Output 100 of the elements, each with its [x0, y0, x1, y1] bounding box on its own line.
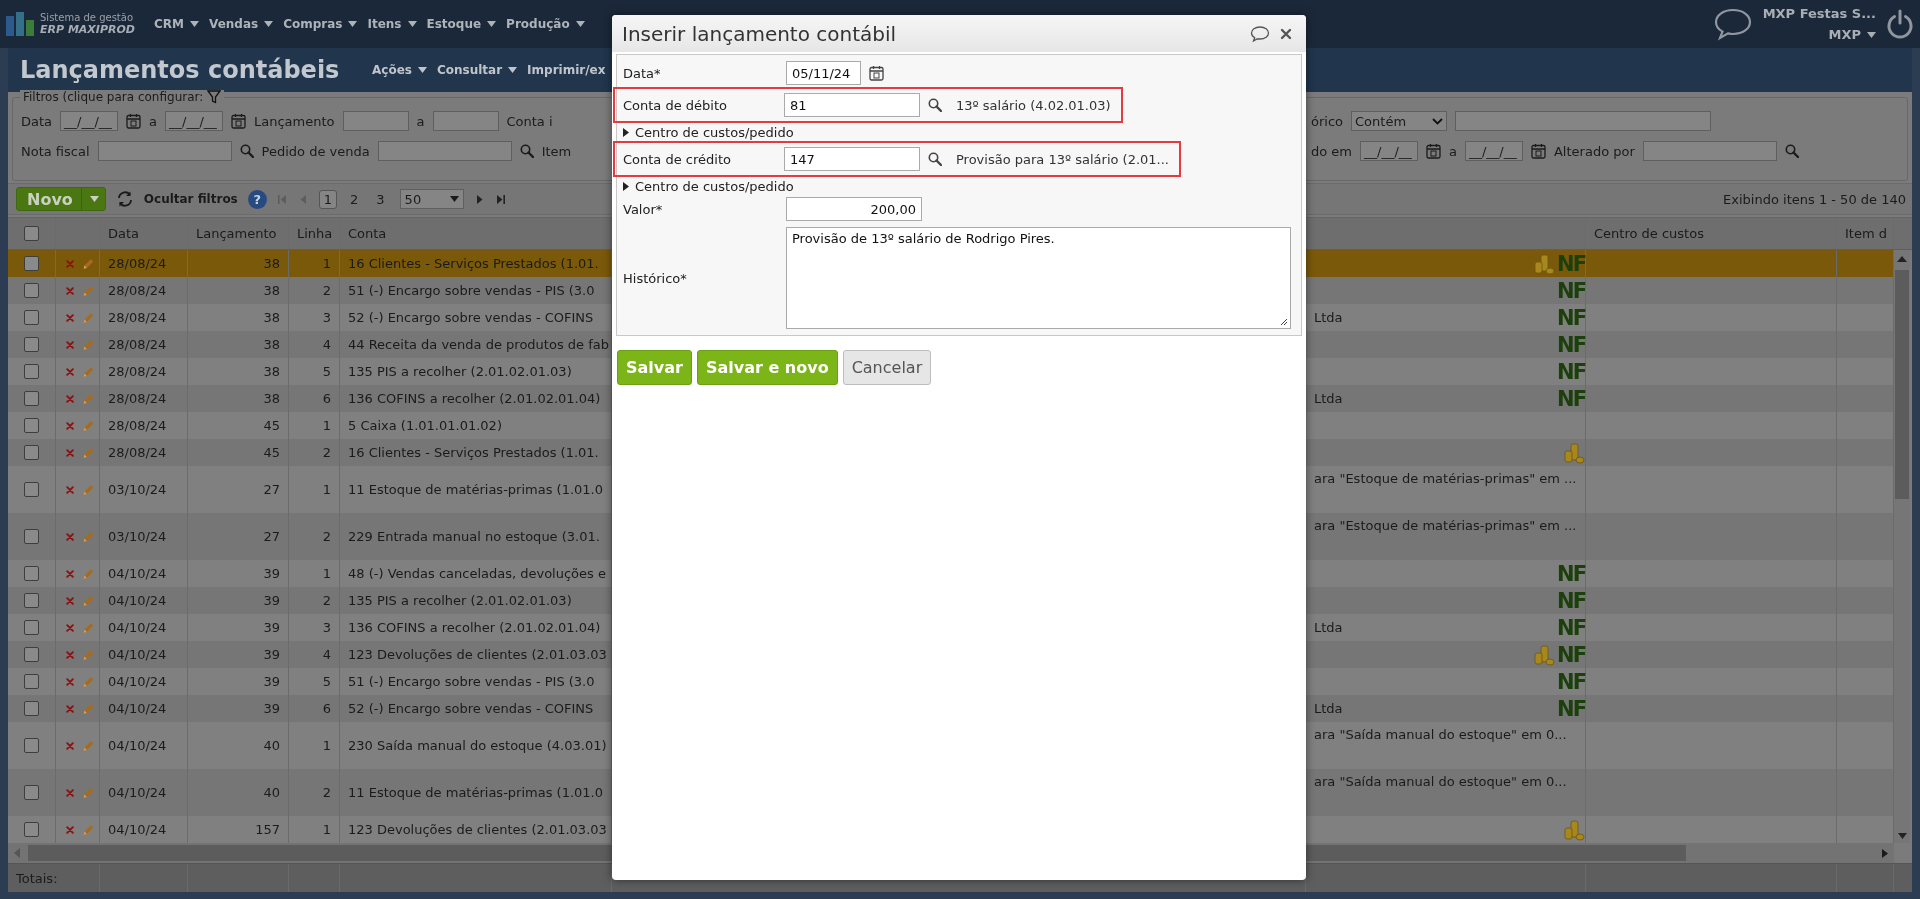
- table-cell: 136 COFINS a recolher (2.01.02.01.04): [348, 391, 601, 406]
- table-cell: 28/08/24: [108, 256, 167, 271]
- field-label: Conta de crédito: [623, 151, 732, 167]
- table-cell: 4: [322, 647, 331, 662]
- filter-label: Data: [21, 113, 53, 129]
- table-cell: 28/08/24: [108, 418, 167, 433]
- table-cell: 5: [322, 674, 331, 689]
- table-cell: 6: [322, 391, 331, 406]
- table-cell: 04/10/24: [108, 785, 167, 800]
- table-cell: 44 Receita da venda de produtos de fab: [348, 337, 609, 352]
- filter-label: a: [416, 113, 425, 129]
- page-title: Lançamentos contábeis: [20, 56, 341, 85]
- table-cell: 28/08/24: [108, 445, 167, 460]
- table-cell: 135 PIS a recolher (2.01.02.01.03): [348, 593, 572, 608]
- table-cell: 51 (-) Encargo sobre vendas - PIS (3.0: [348, 283, 595, 298]
- table-cell: ara "Estoque de matérias-primas" em ...: [1314, 518, 1577, 533]
- table-cell: Ltda: [1314, 310, 1343, 325]
- table-cell: 123 Devoluções de clientes (2.01.03.03: [348, 822, 607, 837]
- table-cell: 39: [263, 647, 280, 662]
- table-cell: 1: [322, 566, 331, 581]
- table-cell: 11 Estoque de matérias-primas (1.01.0: [348, 482, 603, 497]
- table-cell: ara "Saída manual do estoque" em 0...: [1314, 774, 1567, 789]
- table-cell: 03/10/24: [108, 529, 167, 544]
- table-cell: 38: [263, 283, 280, 298]
- table-cell: 27: [263, 529, 280, 544]
- filter-label: a: [1449, 143, 1457, 159]
- table-cell: 39: [263, 701, 280, 716]
- table-cell: 04/10/24: [108, 566, 167, 581]
- table-cell: 52 (-) Encargo sobre vendas - COFINS: [348, 701, 594, 716]
- table-cell: 2: [322, 593, 331, 608]
- filter-label: Lançamento: [254, 113, 335, 129]
- table-cell: 04/10/24: [108, 647, 167, 662]
- table-cell: 40: [263, 785, 280, 800]
- table-cell: 52 (-) Encargo sobre vendas - COFINS: [348, 310, 594, 325]
- table-cell: 2: [322, 529, 331, 544]
- table-cell: 6: [322, 701, 331, 716]
- filter-label: Alterado por: [1553, 143, 1635, 159]
- field-label: Valor*: [623, 201, 664, 217]
- field-label: Conta de débito: [623, 97, 728, 113]
- table-cell: 5: [322, 364, 331, 379]
- table-cell: 38: [263, 364, 280, 379]
- table-cell: 136 COFINS a recolher (2.01.02.01.04): [348, 620, 601, 635]
- table-cell: 28/08/24: [108, 337, 167, 352]
- filter-label: Pedido de venda: [261, 143, 370, 159]
- table-cell: 2: [322, 445, 331, 460]
- table-cell: 135 PIS a recolher (2.01.02.01.03): [348, 364, 572, 379]
- table-cell: 39: [263, 566, 280, 581]
- table-cell: 48 (-) Vendas canceladas, devoluções e: [348, 566, 606, 581]
- table-cell: 03/10/24: [108, 482, 167, 497]
- filter-label: Nota fiscal: [21, 143, 90, 159]
- table-cell: 1: [322, 256, 331, 271]
- filter-label: Conta i: [506, 113, 553, 129]
- table-cell: 16 Clientes - Serviços Prestados (1.01.: [348, 445, 599, 460]
- table-cell: 4: [322, 337, 331, 352]
- table-cell: 11 Estoque de matérias-primas (1.01.0: [348, 785, 603, 800]
- filter-label: do em: [1311, 143, 1352, 159]
- table-cell: 16 Clientes - Serviços Prestados (1.01.: [348, 256, 599, 271]
- table-cell: 230 Saída manual do estoque (4.03.01): [348, 738, 607, 753]
- field-label: Histórico*: [623, 270, 688, 286]
- item-count: Exibindo itens 1 - 50 de 140: [1723, 191, 1906, 207]
- logo-name: ERP MAXIPROD: [40, 24, 135, 37]
- logo-caption: Sistema de gestão: [40, 12, 134, 25]
- table-cell: 3: [322, 310, 331, 325]
- table-cell: 28/08/24: [108, 283, 167, 298]
- table-cell: 04/10/24: [108, 822, 167, 837]
- table-cell: 39: [263, 620, 280, 635]
- table-cell: 38: [263, 337, 280, 352]
- table-cell: 157: [255, 822, 280, 837]
- table-cell: 38: [263, 391, 280, 406]
- table-cell: 04/10/24: [108, 701, 167, 716]
- table-cell: 123 Devoluções de clientes (2.01.03.03: [348, 647, 607, 662]
- table-cell: 04/10/24: [108, 738, 167, 753]
- table-cell: 1: [322, 482, 331, 497]
- table-cell: 45: [263, 418, 280, 433]
- totals-label: Totais:: [16, 870, 58, 886]
- table-cell: 04/10/24: [108, 593, 167, 608]
- table-cell: 40: [263, 738, 280, 753]
- dialog-title: Inserir lançamento contábil: [622, 21, 897, 46]
- table-cell: 27: [263, 482, 280, 497]
- table-cell: 2: [322, 785, 331, 800]
- table-cell: 1: [322, 738, 331, 753]
- table-cell: 39: [263, 593, 280, 608]
- table-cell: 28/08/24: [108, 391, 167, 406]
- table-cell: 3: [322, 620, 331, 635]
- table-cell: Ltda: [1314, 701, 1343, 716]
- table-cell: 28/08/24: [108, 364, 167, 379]
- account-description: 13º salário (4.02.01.03): [956, 97, 1111, 113]
- filter-label: órico: [1311, 113, 1343, 129]
- table-cell: 39: [263, 674, 280, 689]
- table-cell: 229 Entrada manual no estoque (3.01.: [348, 529, 600, 544]
- filter-label: Item: [541, 143, 572, 159]
- filter-label: a: [149, 113, 157, 129]
- table-cell: 45: [263, 445, 280, 460]
- table-cell: 28/08/24: [108, 310, 167, 325]
- table-cell: 51 (-) Encargo sobre vendas - PIS (3.0: [348, 674, 595, 689]
- table-cell: 04/10/24: [108, 674, 167, 689]
- table-cell: 04/10/24: [108, 620, 167, 635]
- table-cell: 1: [322, 418, 331, 433]
- table-cell: ara "Estoque de matérias-primas" em ...: [1314, 471, 1577, 486]
- table-cell: Ltda: [1314, 391, 1343, 406]
